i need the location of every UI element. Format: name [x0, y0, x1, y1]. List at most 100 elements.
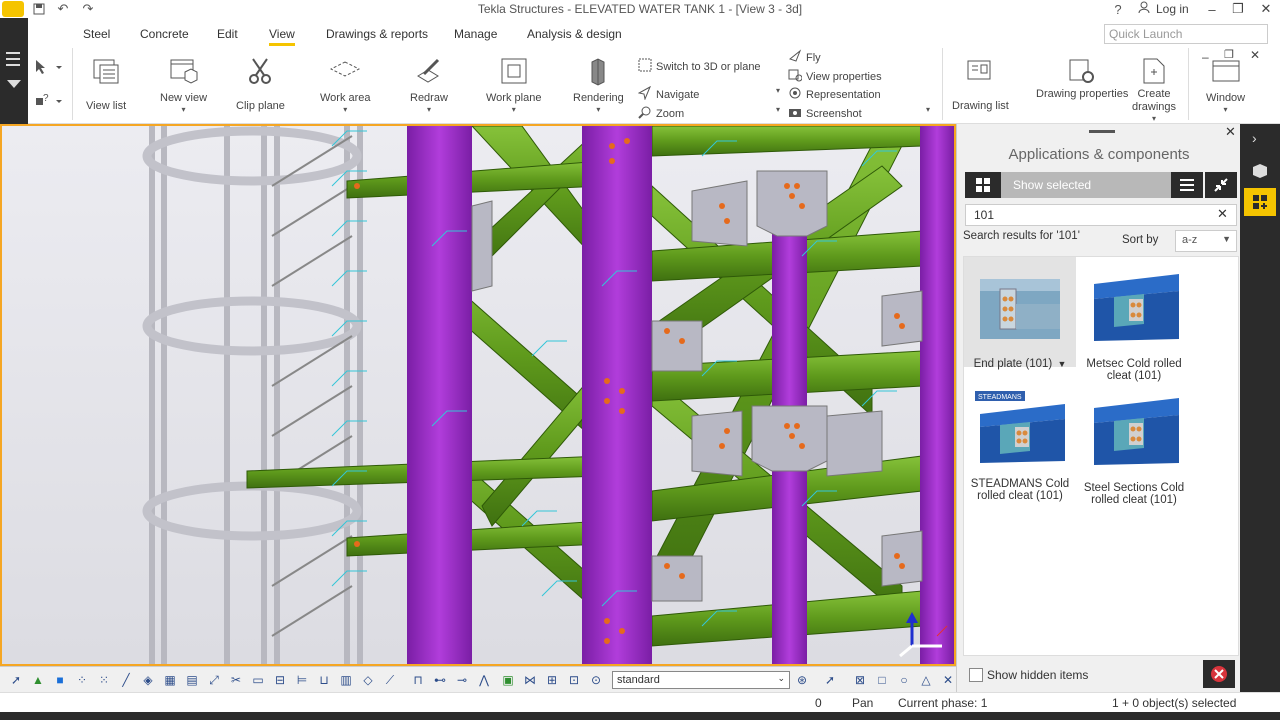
view-list-button[interactable]: View list	[86, 56, 126, 113]
camera-icon	[788, 105, 802, 122]
tab-view[interactable]: View	[269, 27, 295, 46]
quick-launch-input[interactable]: Quick Launch	[1104, 24, 1268, 44]
select-parts-icon[interactable]: ■	[52, 672, 68, 688]
grid-icon	[976, 178, 990, 192]
triangle-icon[interactable]: △	[918, 672, 934, 688]
snap-line-icon[interactable]: ⋀	[476, 672, 492, 688]
snap-geometry-icon[interactable]: ⋈	[522, 672, 538, 688]
circle-icon[interactable]: ○	[896, 672, 912, 688]
select-edge-icon[interactable]: ⟋	[382, 672, 398, 688]
select-grid-icon[interactable]: ▦	[162, 672, 178, 688]
cancel-box-icon[interactable]: ⊠	[852, 672, 868, 688]
snap-free-icon[interactable]: ⊡	[566, 672, 582, 688]
minimize-icon[interactable]: –	[1200, 0, 1224, 18]
select-all-icon[interactable]: ▲	[30, 672, 46, 688]
clip-plane-button[interactable]: Clip plane	[236, 56, 285, 113]
snap-center-icon[interactable]: ⊸	[454, 672, 470, 688]
select-welds-icon[interactable]: ⤢	[206, 672, 222, 688]
snap-grid-icon[interactable]: ⊞	[544, 672, 560, 688]
screenshot-button[interactable]: Screenshot	[788, 105, 862, 122]
menu-icon[interactable]	[0, 48, 28, 70]
panel-close-icon[interactable]: ✕	[1225, 124, 1236, 140]
snap-ref-icon[interactable]: ▣	[500, 672, 516, 688]
zoom-button[interactable]: Zoom	[638, 105, 684, 122]
select-arrow-icon[interactable]: ➚	[8, 672, 24, 688]
panel-drag-handle[interactable]	[1089, 130, 1115, 133]
select-views-icon[interactable]: ▭	[250, 672, 266, 688]
select-reference-icon[interactable]: ▤	[184, 672, 200, 688]
work-plane-button[interactable]: Work plane ▾	[486, 56, 541, 114]
steel-sections-thumbnail	[1094, 398, 1179, 465]
tab-manage[interactable]: Manage	[454, 27, 497, 41]
zoom-tool-icon[interactable]: ⊙	[588, 672, 604, 688]
tab-edit[interactable]: Edit	[217, 27, 238, 41]
applications-components-button[interactable]	[1244, 188, 1276, 216]
drawing-properties-button[interactable]: Drawing properties	[1036, 56, 1128, 101]
chevron-right-icon[interactable]: ›	[1252, 130, 1257, 146]
select-reinforcement-icon[interactable]: ⊨	[294, 672, 310, 688]
tab-analysis-design[interactable]: Analysis & design	[527, 27, 622, 41]
select-points-icon[interactable]: ⁙	[96, 672, 112, 688]
status-count: 0	[815, 696, 822, 710]
maximize-icon[interactable]: ❐	[1226, 0, 1250, 18]
ribbon-close-icon[interactable]: ✕	[1250, 48, 1260, 62]
select-mode-icon[interactable]: ➚	[822, 672, 838, 688]
model-viewport-3d[interactable]	[0, 124, 956, 666]
screenshot-dropdown-icon[interactable]: ▾	[926, 105, 930, 114]
tab-drawings-reports[interactable]: Drawings & reports	[326, 27, 428, 41]
help-icon[interactable]: ?	[1110, 0, 1126, 18]
select-components-icon[interactable]: ⁘	[74, 672, 90, 688]
new-view-button[interactable]: New view ▾	[160, 56, 207, 114]
property-pane-button[interactable]	[1244, 158, 1276, 184]
sort-by-select[interactable]: a-z ▼	[1175, 230, 1237, 252]
component-card-steel-sections[interactable]: Steel Sections Cold rolled cleat (101)	[1078, 393, 1190, 506]
close-icon[interactable]: ✕	[1254, 0, 1278, 18]
tab-concrete[interactable]: Concrete	[140, 27, 189, 41]
select-bolts-icon[interactable]: ⊟	[272, 672, 288, 688]
work-area-button[interactable]: Work area ▾	[320, 56, 371, 114]
create-drawings-button[interactable]: Create drawings ▾	[1124, 56, 1184, 123]
select-surface-icon[interactable]: ⊔	[316, 672, 332, 688]
snap-end-icon[interactable]: ⊓	[410, 672, 426, 688]
selection-filter-select[interactable]: standard ⌄	[612, 671, 790, 689]
select-lines-icon[interactable]: ╱	[118, 672, 134, 688]
grid-view-button[interactable]	[965, 172, 1001, 198]
navigate-button[interactable]: Navigate	[637, 85, 699, 103]
component-card-metsec[interactable]: Metsec Cold rolled cleat (101)	[1078, 269, 1190, 382]
select-tool-icon[interactable]	[32, 58, 62, 76]
rectangle-icon[interactable]: □	[874, 672, 890, 688]
smart-select-icon[interactable]: ?	[32, 92, 62, 110]
dropdown-arrow-icon[interactable]: ▼	[1057, 359, 1066, 369]
select-assembly-icon[interactable]: ▥	[338, 672, 354, 688]
expand-down-icon[interactable]	[7, 80, 21, 88]
list-view-button[interactable]	[1171, 172, 1203, 198]
zoom-dropdown-icon[interactable]: ▾	[776, 105, 780, 114]
navigate-dropdown-icon[interactable]: ▾	[776, 86, 780, 95]
tab-steel[interactable]: Steel	[83, 27, 110, 41]
login-label: Log in	[1156, 1, 1189, 16]
component-card-steadmans[interactable]: STEADMANS STEADMANS Cold rolled cleat (1…	[964, 389, 1076, 502]
login-button[interactable]: Log in	[1138, 1, 1189, 16]
show-selected-button[interactable]: Show selected	[1001, 172, 1171, 198]
select-layer-icon[interactable]: ◇	[360, 672, 376, 688]
snap-midpoint-icon[interactable]: ⊷	[432, 672, 448, 688]
component-search-input[interactable]: 101	[965, 204, 1237, 226]
drawing-list-button[interactable]: Drawing list	[952, 56, 1009, 113]
clear-search-icon[interactable]: ✕	[1217, 206, 1228, 222]
component-card-end-plate[interactable]: End plate (101) ▼	[964, 257, 1076, 370]
select-objects-icon[interactable]: ◈	[140, 672, 156, 688]
rendering-button[interactable]: Rendering ▾	[573, 56, 624, 114]
filter-settings-icon[interactable]: ⊛	[794, 672, 810, 688]
window-button[interactable]: Window ▾	[1206, 56, 1245, 114]
show-hidden-checkbox[interactable]	[969, 668, 983, 682]
switch-3d-button[interactable]: Switch to 3D or plane	[638, 58, 761, 75]
representation-button[interactable]: Representation	[788, 86, 881, 103]
fly-button[interactable]: Fly	[788, 49, 821, 66]
panel-remove-button[interactable]	[1203, 660, 1235, 688]
view-properties-button[interactable]: View properties	[788, 68, 882, 85]
collapse-button[interactable]	[1205, 172, 1237, 198]
create-drawings-icon	[1139, 56, 1169, 86]
clear-icon[interactable]: ✕	[940, 672, 956, 688]
redraw-button[interactable]: Redraw ▾	[410, 56, 448, 114]
select-cuts-icon[interactable]: ✂	[228, 672, 244, 688]
